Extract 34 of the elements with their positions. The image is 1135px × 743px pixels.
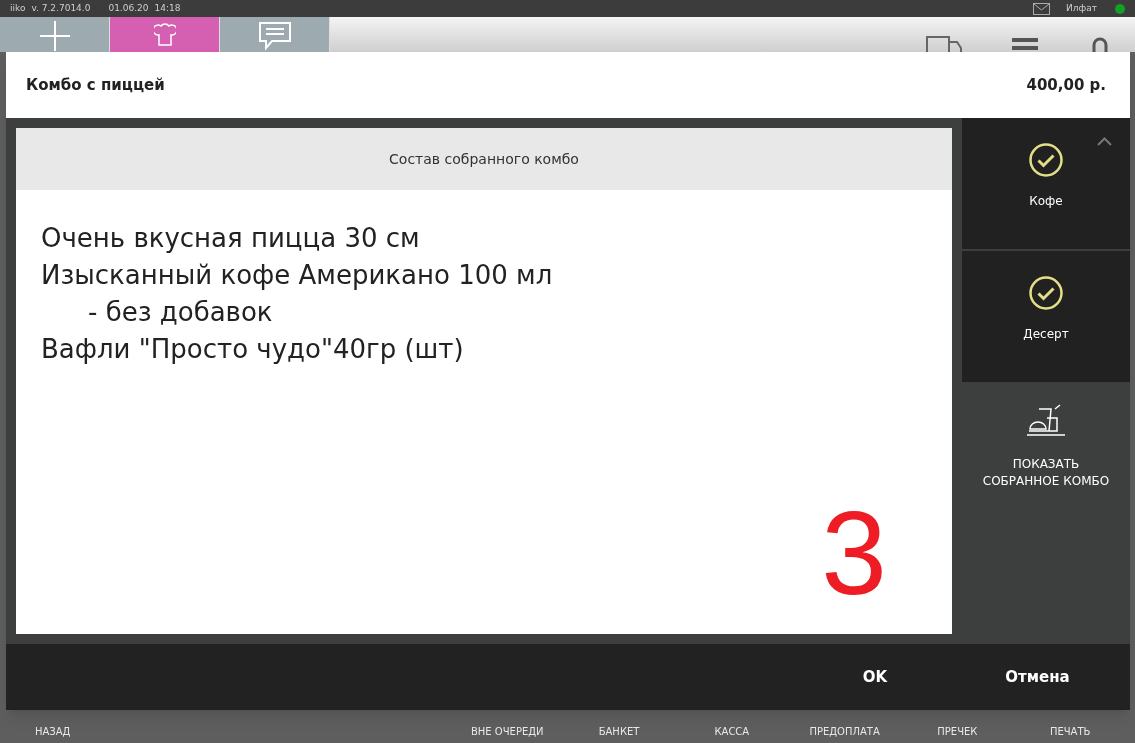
chevron-up-icon[interactable] [1097,137,1112,146]
bottom-nav-button[interactable]: ПРЕЧЕК [909,724,1006,739]
bottom-nav-button[interactable]: ПРЕДОПЛАТА [796,724,893,739]
toolbar-tile[interactable] [0,17,110,52]
mail-icon [1033,2,1051,15]
chef-hat-icon [153,21,176,47]
bottom-nav-button[interactable]: ПЕЧАТЬ [1022,724,1119,739]
menu-icon[interactable] [1012,38,1038,52]
app-name: iiko [10,1,26,15]
truck-icon[interactable] [926,36,962,52]
annotation-number: 3 [821,494,887,612]
toolbar-tile[interactable] [220,17,330,52]
bottom-nav-button[interactable]: ВНЕ ОЧЕРЕДИ [459,724,556,739]
dialog-price: 400,00 р. [1026,74,1106,96]
toolbar-tile[interactable] [110,17,220,52]
dialog-title: Комбо с пиццей [26,74,165,96]
app-version: v. 7.2.7014.0 [31,1,91,15]
composition-line: Вафли "Просто чудо"40гр (шт) [41,333,465,366]
panel-heading: Состав собранного комбо [16,128,952,190]
show-combo-button[interactable]: ПОКАЗАТЬ СОБРАННОЕ КОМБО [962,382,1130,506]
bottom-nav-button[interactable]: НАЗАД [0,724,106,739]
chat-icon [257,21,292,51]
dialog-button[interactable]: Отмена [945,644,1130,710]
composition-line: Изысканный кофе Американо 100 мл [41,259,553,292]
bottom-nav-button[interactable]: БАНКЕТ [571,724,667,739]
user-name: Илфат [1066,1,1097,15]
category-tile[interactable]: Десерт [962,251,1130,382]
bottom-nav-button[interactable]: КАССА [683,724,780,739]
composition-line: Очень вкусная пицца 30 см [41,222,421,255]
composition-line: - без добавок [88,296,274,329]
status-time: 14:18 [154,1,181,15]
status-date: 01.06.20 [108,1,149,15]
category-tile[interactable]: Кофе [962,118,1130,249]
dialog-button[interactable]: OK [805,644,945,710]
